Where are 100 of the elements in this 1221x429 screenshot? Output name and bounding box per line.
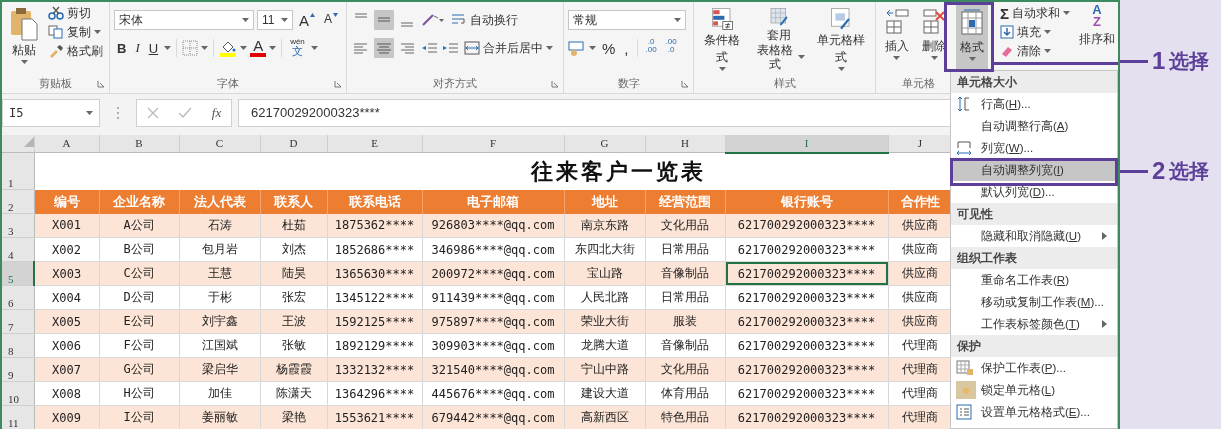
grow-font-button[interactable]: A	[296, 10, 318, 30]
merge-center-button[interactable]: 合并后居中	[462, 39, 555, 57]
copy-button[interactable]: 复制	[46, 23, 105, 41]
increase-decimal-button[interactable]: .0 .00	[642, 38, 660, 58]
menu-item[interactable]: 默认列宽(D)...	[951, 181, 1117, 203]
column-header[interactable]: B	[99, 134, 179, 153]
wrap-text-button[interactable]: 自动换行	[449, 11, 520, 29]
bold-button[interactable]: B	[114, 38, 130, 58]
callout-number: 2	[1152, 157, 1166, 185]
merge-cells-icon	[464, 41, 480, 55]
number-format-field[interactable]: 常规	[568, 10, 686, 30]
column-heading: 电子邮箱	[422, 189, 564, 214]
row-header[interactable]: 10	[2, 381, 34, 406]
row-header[interactable]: 8	[2, 333, 34, 358]
caret-icon	[164, 46, 172, 50]
currency-icon[interactable]	[568, 40, 586, 56]
name-box[interactable]: I5	[2, 98, 100, 127]
caret-icon	[968, 57, 976, 61]
row-header[interactable]: 7	[2, 309, 34, 334]
menu-item[interactable]: 锁定单元格(L)	[951, 379, 1117, 401]
format-painter-button[interactable]: 格式刷	[46, 42, 105, 60]
menu-item[interactable]: 设置单元格格式(E)...	[951, 401, 1117, 423]
underline-button[interactable]: U	[145, 38, 162, 58]
conditional-format-button[interactable]: 条件格式	[698, 4, 747, 74]
dialog-launcher-icon[interactable]	[681, 80, 689, 88]
caret-icon	[269, 46, 277, 50]
format-as-table-button[interactable]: 套用 表格格式	[750, 4, 808, 74]
phonetic-button[interactable]: wén 文	[287, 38, 308, 58]
column-header[interactable]: A	[34, 134, 99, 153]
table-cell: 621700292000323****	[725, 237, 888, 262]
row-header[interactable]: 5	[2, 261, 34, 286]
column-header[interactable]: I	[725, 134, 888, 153]
brush-icon	[48, 44, 64, 58]
autosum-button[interactable]: Σ 自动求和	[998, 4, 1072, 22]
italic-button[interactable]: I	[132, 38, 143, 58]
table-cell: 926803****@qq.com	[422, 213, 564, 238]
drag-handle-icon[interactable]	[116, 105, 120, 120]
fill-color-icon[interactable]	[219, 39, 238, 57]
table-cell: 621700292000323****	[725, 285, 888, 310]
menu-item[interactable]: 移动或复制工作表(M)...	[951, 291, 1117, 313]
font-color-button[interactable]: A	[250, 39, 267, 57]
row-header[interactable]: 6	[2, 285, 34, 310]
menu-item[interactable]: 重命名工作表(R)	[951, 269, 1117, 291]
caret-icon	[931, 56, 938, 60]
check-icon[interactable]	[178, 106, 193, 119]
align-middle-icon[interactable]	[374, 10, 394, 30]
caret-icon	[94, 30, 101, 34]
menu-item[interactable]: 保护工作表(P)...	[951, 357, 1117, 379]
caret-icon	[20, 60, 28, 64]
row-header[interactable]: 9	[2, 357, 34, 382]
menu-item[interactable]: 工作表标签颜色(T)	[951, 313, 1117, 335]
clear-button[interactable]: 清除	[998, 42, 1072, 60]
protect-sheet-icon	[956, 360, 974, 376]
table-cell: 679442****@qq.com	[422, 405, 564, 429]
caret-icon	[240, 46, 248, 50]
borders-icon[interactable]	[182, 40, 199, 56]
dialog-launcher-icon[interactable]	[97, 80, 105, 88]
column-header[interactable]: D	[260, 134, 327, 153]
row-header[interactable]: 3	[2, 213, 34, 238]
format-button[interactable]: 格式	[956, 2, 989, 70]
fill-button[interactable]: 填充	[998, 23, 1072, 41]
column-header[interactable]: F	[422, 134, 564, 153]
sort-filter-button[interactable]: A Z 排序和	[1076, 4, 1118, 74]
row-header[interactable]: 4	[2, 237, 34, 262]
format-cells-icon	[959, 8, 986, 38]
column-header[interactable]: J	[888, 134, 952, 153]
caret-icon	[674, 18, 681, 22]
paste-button[interactable]: 粘贴	[6, 4, 42, 74]
table-cell: 309903****@qq.com	[422, 333, 564, 358]
cancel-icon[interactable]	[146, 106, 159, 119]
caret-icon	[281, 18, 288, 22]
dialog-launcher-icon[interactable]	[334, 80, 342, 88]
percent-button[interactable]: %	[599, 38, 619, 58]
font-name-field[interactable]: 宋体	[114, 10, 254, 30]
column-header[interactable]: C	[179, 134, 260, 153]
dialog-launcher-icon[interactable]	[551, 80, 559, 88]
comma-button[interactable]: ,	[621, 38, 632, 58]
decrease-decimal-button[interactable]: .00 .0	[662, 38, 680, 58]
row-header[interactable]: 1	[2, 152, 34, 190]
table-cell: 445676****@qq.com	[422, 381, 564, 406]
lock-cell-icon	[956, 381, 976, 399]
row-header[interactable]: 11	[2, 405, 34, 429]
group-label: 对齐方式	[433, 75, 477, 91]
cell-styles-button[interactable]: 单元格样式	[811, 4, 871, 74]
caret-icon	[310, 46, 318, 50]
row-header[interactable]: 2	[2, 189, 34, 214]
insert-button[interactable]: 插入	[880, 4, 913, 74]
column-header[interactable]: H	[645, 134, 725, 153]
column-header[interactable]: G	[564, 134, 645, 153]
copy-icon	[48, 25, 64, 39]
font-size-field[interactable]: 11	[257, 10, 293, 30]
format-cells-icon	[956, 404, 972, 420]
shrink-font-button[interactable]: A	[321, 10, 342, 30]
table-cell: 1332132****	[327, 357, 422, 382]
menu-item[interactable]: 隐藏和取消隐藏(U)	[951, 225, 1117, 247]
align-center-icon[interactable]	[374, 38, 394, 58]
insert-function-button[interactable]: fx	[211, 104, 222, 121]
cut-button[interactable]: 剪切	[46, 4, 105, 22]
menu-item[interactable]: 列宽(W)...	[951, 137, 1117, 159]
column-header[interactable]: E	[327, 134, 422, 153]
